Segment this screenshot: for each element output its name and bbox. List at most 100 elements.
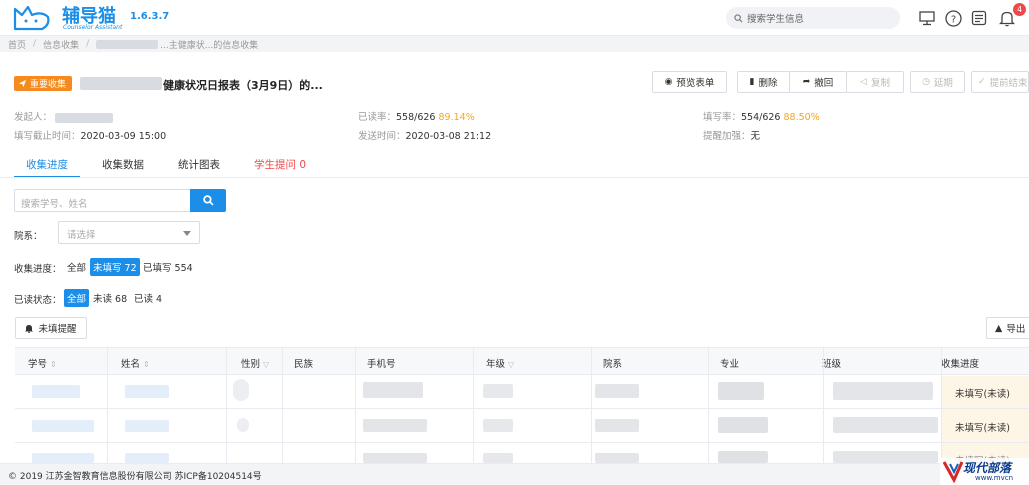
export-label: 导出 bbox=[1006, 324, 1026, 335]
col-student-id[interactable]: 学号 ⇕ bbox=[28, 356, 57, 370]
search-placeholder: 搜索学生信息 bbox=[747, 14, 805, 25]
progress-all[interactable]: 全部 bbox=[64, 258, 89, 276]
redacted-block bbox=[483, 453, 513, 463]
col-class: 班级 bbox=[822, 356, 841, 370]
redacted-block bbox=[32, 385, 80, 398]
fill-rate-percent: 88.50% bbox=[783, 112, 820, 123]
breadcrumb-separator: / bbox=[33, 39, 37, 49]
trash-icon: ▮ bbox=[749, 77, 755, 87]
preview-label: 预览表单 bbox=[676, 78, 715, 89]
redacted-block bbox=[483, 384, 513, 398]
copy-label: 复制 bbox=[870, 78, 890, 89]
col-label: 性别 bbox=[241, 359, 261, 370]
redacted-block bbox=[32, 420, 94, 432]
tab-questions[interactable]: 学生提问 0 bbox=[254, 152, 306, 178]
col-label: 手机号 bbox=[367, 359, 396, 370]
redacted-block bbox=[233, 379, 249, 401]
redacted-block bbox=[125, 420, 169, 432]
remind-label: 未填提醒 bbox=[38, 324, 77, 335]
dept-select[interactable]: 请选择 bbox=[58, 221, 200, 244]
search-button[interactable] bbox=[190, 189, 226, 212]
redacted-block bbox=[363, 453, 427, 463]
end-early-button[interactable]: ✓ 提前结束 bbox=[971, 71, 1029, 93]
redacted-block bbox=[595, 453, 639, 463]
col-grade[interactable]: 年级 ▽ bbox=[486, 356, 514, 370]
redacted-block bbox=[833, 451, 938, 463]
unfilled-remind-button[interactable]: 未填提醒 bbox=[15, 317, 87, 339]
breadcrumb-info-collect[interactable]: 信息收集 bbox=[43, 38, 79, 51]
table-row[interactable] bbox=[15, 410, 1029, 443]
breadcrumb-separator: / bbox=[86, 39, 90, 49]
col-major: 专业 bbox=[720, 356, 739, 370]
col-label: 姓名 bbox=[121, 359, 141, 370]
col-label: 民族 bbox=[294, 359, 314, 370]
col-label: 专业 bbox=[720, 359, 740, 370]
monitor-icon[interactable] bbox=[917, 8, 937, 28]
table-row[interactable] bbox=[15, 376, 1029, 409]
send-time-label: 发送时间： bbox=[358, 131, 406, 142]
end-early-label: 提前结束 bbox=[989, 78, 1028, 89]
app-version: 1.6.3.7 bbox=[130, 11, 170, 22]
task-title: 健康状况日报表（3月9日）的... bbox=[163, 79, 323, 92]
tab-bar: 收集进度 收集数据 统计图表 学生提问 0 bbox=[14, 152, 340, 178]
delete-button[interactable]: ▮ 删除 bbox=[737, 71, 790, 93]
clock-icon: ◷ bbox=[922, 77, 930, 87]
preview-form-button[interactable]: ◉ 预览表单 bbox=[652, 71, 727, 93]
read-rate-count: 558/626 bbox=[396, 112, 436, 123]
redacted-block bbox=[718, 382, 764, 400]
redacted-block bbox=[80, 77, 162, 90]
tab-data[interactable]: 收集数据 bbox=[102, 152, 144, 178]
tab-charts[interactable]: 统计图表 bbox=[178, 152, 220, 178]
svg-text:?: ? bbox=[950, 14, 955, 25]
progress-label: 收集进度： bbox=[14, 264, 62, 275]
col-label: 年级 bbox=[486, 359, 506, 370]
send-time: 发送时间：2020-03-08 21:12 bbox=[358, 128, 491, 142]
filter-icon[interactable]: ▽ bbox=[263, 360, 269, 369]
read-read[interactable]: 已读 4 bbox=[131, 289, 165, 307]
progress-filled[interactable]: 已填写 554 bbox=[140, 258, 196, 276]
copy-button[interactable]: ◁ 复制 bbox=[846, 71, 904, 93]
student-filter-input[interactable]: 搜索学号、姓名 bbox=[14, 189, 191, 212]
cat-logo-icon[interactable] bbox=[12, 3, 52, 31]
col-label: 班级 bbox=[822, 359, 842, 370]
col-name[interactable]: 姓名 ⇕ bbox=[121, 356, 150, 370]
redacted-block bbox=[363, 382, 423, 398]
col-gender[interactable]: 性别 ▽ bbox=[241, 356, 269, 370]
redacted-block bbox=[833, 382, 933, 400]
withdraw-button[interactable]: ➦ 撤回 bbox=[789, 71, 847, 93]
sort-icon[interactable]: ⇕ bbox=[50, 360, 57, 369]
redacted-block bbox=[55, 112, 114, 123]
col-phone: 手机号 bbox=[367, 356, 396, 370]
export-button[interactable]: ▲ 导出 bbox=[986, 317, 1029, 339]
fill-rate: 填写率：554/626 88.50% bbox=[703, 109, 820, 123]
app-subtitle: Counselor Assistant bbox=[63, 24, 123, 31]
redacted-block bbox=[833, 417, 938, 433]
extend-button[interactable]: ◷ 延期 bbox=[910, 71, 965, 93]
progress-unfilled[interactable]: 未填写 72 bbox=[90, 258, 140, 276]
read-unread[interactable]: 未读 68 bbox=[90, 289, 130, 307]
top-header: 辅导猫 Counselor Assistant 1.6.3.7 搜索学生信息 ?… bbox=[0, 0, 1029, 36]
redacted-block bbox=[125, 385, 169, 398]
read-all[interactable]: 全部 bbox=[64, 289, 90, 307]
tasks-icon[interactable] bbox=[969, 8, 989, 28]
filter-icon[interactable]: ▽ bbox=[508, 360, 514, 369]
breadcrumb-home[interactable]: 首页 bbox=[8, 38, 26, 51]
send-time-value: 2020-03-08 21:12 bbox=[405, 131, 492, 142]
tab-progress[interactable]: 收集进度 bbox=[14, 152, 80, 178]
table-row[interactable] bbox=[15, 444, 1029, 463]
notification-badge: 4 bbox=[1013, 3, 1026, 16]
help-icon[interactable]: ? bbox=[943, 8, 963, 28]
col-label: 学号 bbox=[28, 359, 48, 370]
student-search[interactable]: 搜索学生信息 bbox=[726, 7, 900, 29]
delete-label: 删除 bbox=[758, 78, 778, 89]
search-icon bbox=[734, 13, 743, 22]
deadline: 填写截止时间：2020-03-09 15:00 bbox=[14, 128, 166, 142]
caret-down-icon bbox=[183, 231, 191, 236]
sort-icon[interactable]: ⇕ bbox=[143, 360, 150, 369]
table-header: 学号 ⇕ 姓名 ⇕ 性别 ▽ 民族 手机号 年级 ▽ 院系 专业 班级 收集进度 bbox=[15, 347, 1029, 375]
initiator-label: 发起人： bbox=[14, 112, 53, 123]
reminder-value: 无 bbox=[750, 131, 761, 142]
redacted-block bbox=[718, 451, 768, 463]
reminder: 提醒加强：无 bbox=[703, 128, 760, 142]
deadline-label: 填写截止时间： bbox=[14, 131, 81, 142]
